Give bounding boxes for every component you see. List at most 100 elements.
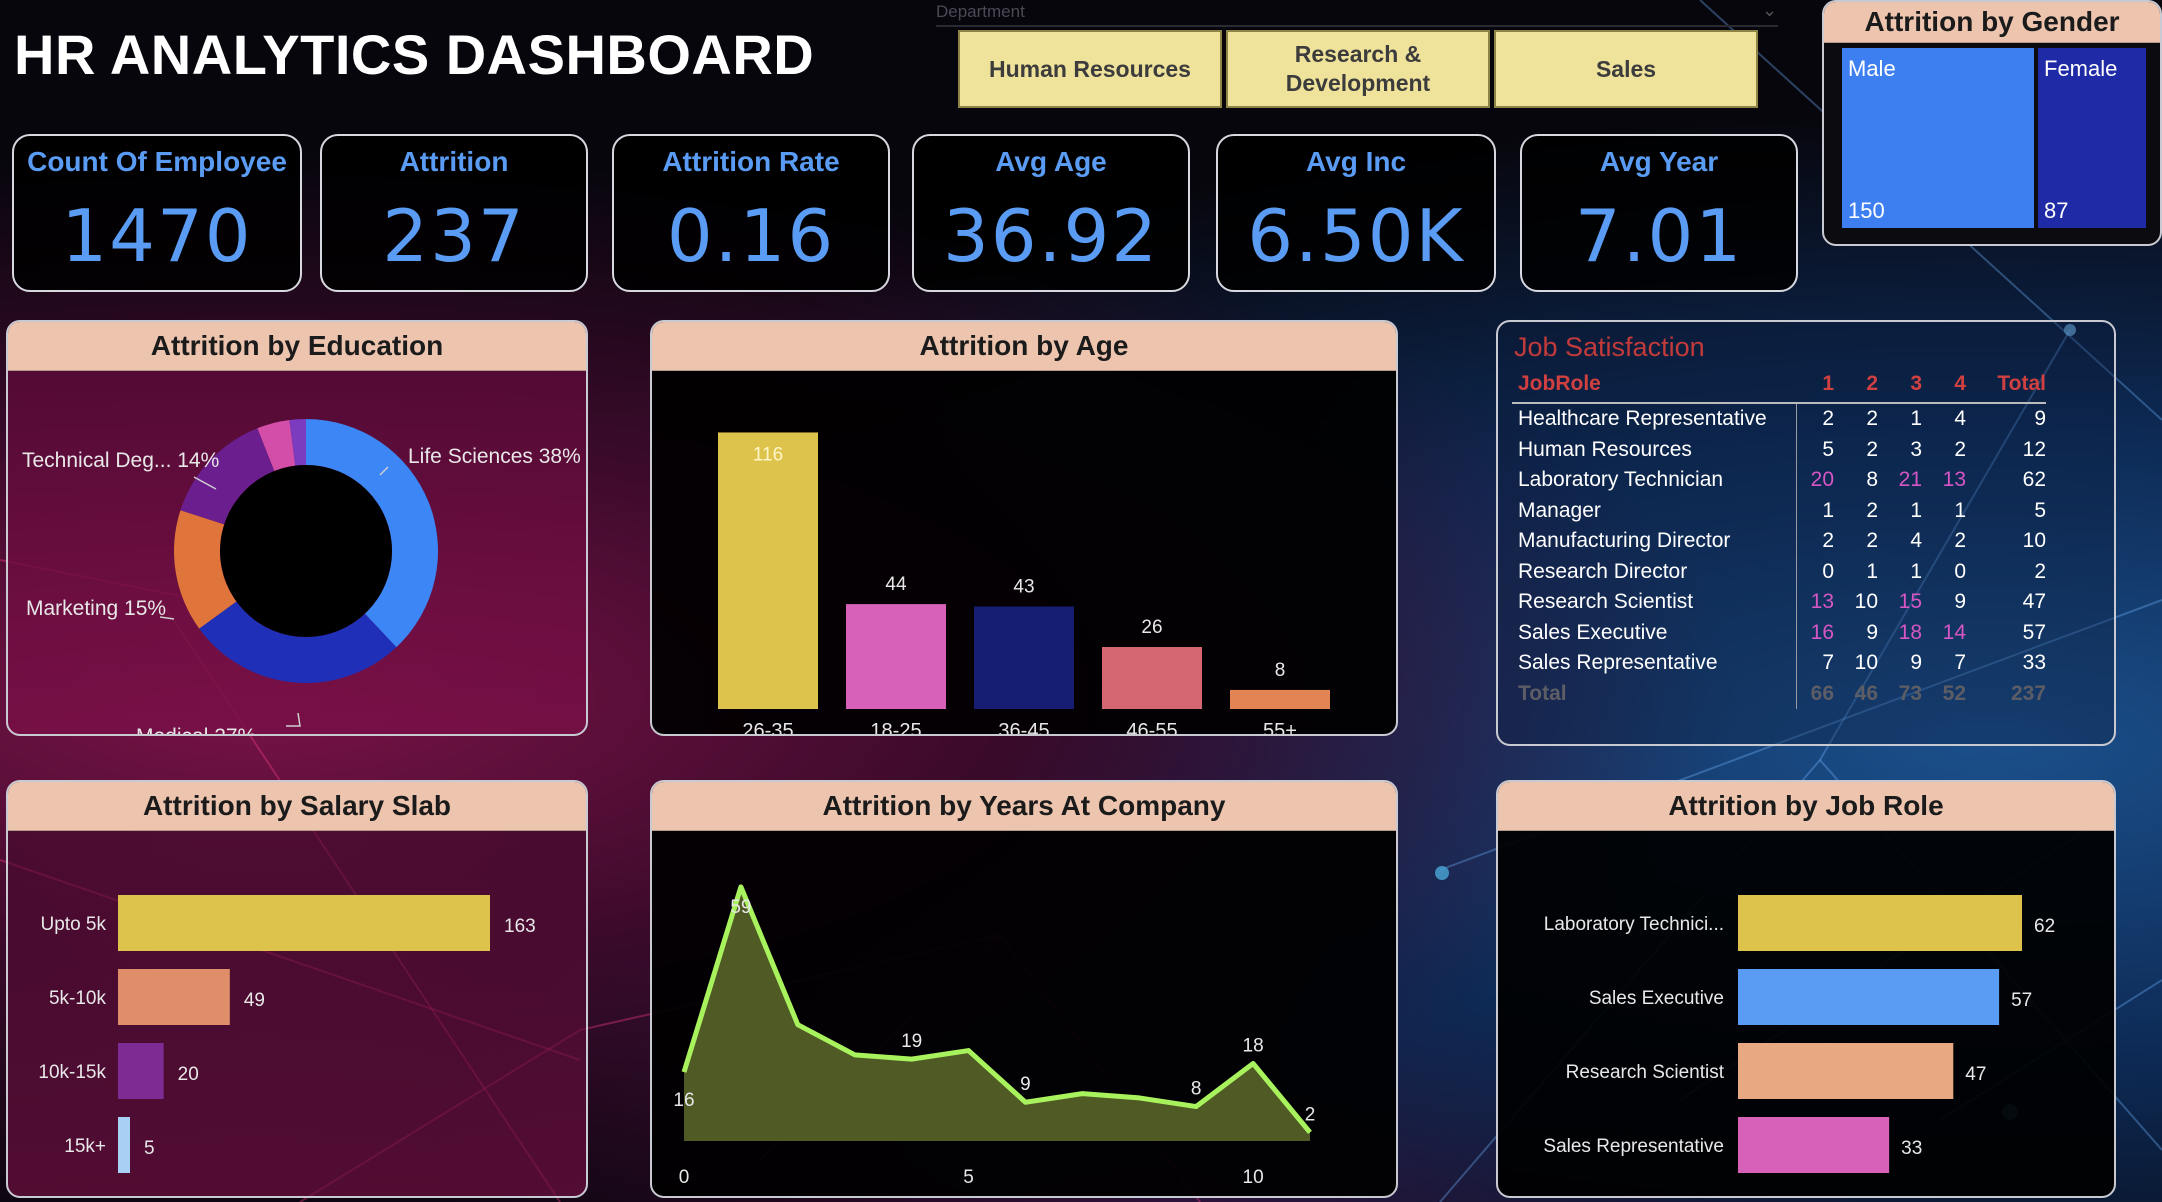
table-row[interactable]: Research Director 0 1 1 0 2 — [1512, 556, 2046, 587]
table-cell: 5 — [1822, 437, 1834, 461]
column-header-3[interactable]: 3 — [1878, 370, 1922, 404]
table-cell: 1 — [1910, 407, 1922, 431]
age-bar[interactable] — [718, 432, 818, 709]
table-cell-jobrole: Human Resources — [1512, 434, 1797, 465]
card-title: Attrition by Age — [652, 322, 1396, 371]
slicer-button-human-resources[interactable]: Human Resources — [958, 30, 1222, 108]
education-label-technical: Technical Deg... 14% — [22, 449, 219, 472]
kpi-label: Avg Inc — [1305, 146, 1407, 177]
card-title: Attrition by Years At Company — [652, 782, 1396, 831]
kpi-value: 6.50K — [1247, 194, 1465, 278]
table-cell: 2 — [1954, 529, 1966, 553]
table-cell-jobrole: Research Scientist — [1512, 587, 1797, 618]
attrition-by-gender-card: Attrition by Gender Male 150 Female 87 — [1822, 0, 2162, 246]
table-cell: 4 — [1954, 407, 1966, 431]
job-satisfaction-table: JobRole 1 2 3 4 Total Healthcare Represe… — [1512, 370, 2046, 709]
column-header-1[interactable]: 1 — [1796, 370, 1834, 404]
attrition-by-years-card: Attrition by Years At Company 16 59 19 9 8 18… — [650, 780, 1398, 1198]
kpi-card-attrition-rate: Attrition Rate 0.16 — [612, 134, 890, 292]
table-row[interactable]: Manager 1 2 1 1 5 — [1512, 495, 2046, 526]
jobrole-value-label: 62 — [2034, 916, 2055, 937]
table-cell: 15 — [1898, 590, 1922, 614]
age-bar-value-label: 26 — [1141, 617, 1162, 638]
column-header-4[interactable]: 4 — [1922, 370, 1966, 404]
table-cell: 7 — [1954, 651, 1966, 675]
table-cell: 10 — [1854, 590, 1878, 614]
attrition-by-education-card: Attrition by Education Life Sciences 38%… — [6, 320, 588, 736]
kpi-label: Avg Age — [995, 146, 1107, 177]
table-cell: 62 — [2022, 468, 2046, 492]
age-bar[interactable] — [1102, 647, 1202, 709]
age-bar[interactable] — [974, 606, 1074, 709]
department-slicer-label: Department — [936, 2, 1025, 21]
kpi-label: Avg Year — [1599, 146, 1719, 177]
donut-hole — [220, 465, 392, 637]
card-title: Job Satisfaction — [1514, 332, 1705, 362]
age-bar-value-label: 43 — [1013, 576, 1034, 597]
column-header-jobrole[interactable]: JobRole — [1512, 370, 1796, 404]
card-title: Attrition by Gender — [1824, 2, 2160, 43]
department-slicer-bar — [936, 25, 1778, 27]
salary-bar[interactable] — [118, 895, 490, 951]
table-row[interactable]: Human Resources 5 2 3 2 12 — [1512, 434, 2046, 465]
table-cell-jobrole: Healthcare Representative — [1512, 403, 1797, 435]
jobrole-category-label: Sales Executive — [1589, 988, 1724, 1009]
salary-bar[interactable] — [118, 1043, 164, 1099]
table-row[interactable]: Healthcare Representative 2 2 1 4 9 — [1512, 403, 2046, 435]
years-point-label: 2 — [1305, 1104, 1316, 1125]
male-value: 150 — [1848, 198, 1885, 223]
column-header-total[interactable]: Total — [1966, 370, 2046, 404]
age-bar[interactable] — [1230, 689, 1330, 709]
chevron-down-icon[interactable]: ⌄ — [1762, 0, 1777, 21]
table-cell: 2 — [1822, 407, 1834, 431]
column-header-2[interactable]: 2 — [1834, 370, 1878, 404]
female-tile[interactable]: Female 87 — [2038, 48, 2146, 228]
table-cell: 2 — [1822, 529, 1834, 553]
age-bar-value-label: 116 — [753, 444, 783, 465]
table-cell: 16 — [1810, 620, 1834, 644]
years-area-fill — [684, 886, 1310, 1141]
card-title: Attrition by Job Role — [1498, 782, 2114, 831]
table-cell: 1 — [1866, 559, 1878, 583]
slicer-button-sales[interactable]: Sales — [1494, 30, 1758, 108]
kpi-label: Count Of Employee — [27, 146, 287, 177]
age-bar[interactable] — [846, 604, 946, 709]
table-row[interactable]: Sales Representative 7 10 9 7 33 — [1512, 648, 2046, 679]
table-cell: 7 — [1822, 651, 1834, 675]
jobrole-bar[interactable] — [1738, 1117, 1890, 1173]
male-tile[interactable]: Male 150 — [1842, 48, 2034, 228]
salary-category-label: 5k-10k — [49, 988, 107, 1009]
table-cell: 2 — [1866, 498, 1878, 522]
jobrole-bar[interactable] — [1738, 1043, 1954, 1099]
slicer-button-research-development[interactable]: Research & Development — [1226, 30, 1490, 108]
salary-value-label: 20 — [178, 1064, 199, 1085]
salary-bar[interactable] — [118, 1117, 130, 1173]
card-title: Attrition by Salary Slab — [8, 782, 586, 831]
table-row[interactable]: Sales Executive 16 9 18 14 57 — [1512, 617, 2046, 648]
table-cell: 2 — [2034, 559, 2046, 583]
years-point-label: 59 — [730, 897, 751, 918]
education-label-life-sciences: Life Sciences 38% — [408, 445, 581, 468]
kpi-value: 1470 — [61, 194, 253, 278]
age-bar-value-label: 44 — [885, 574, 907, 595]
kpi-card-avg-income: Avg Inc 6.50K — [1216, 134, 1496, 292]
table-row[interactable]: Manufacturing Director 2 2 4 2 10 — [1512, 526, 2046, 557]
salary-bar[interactable] — [118, 969, 230, 1025]
jobrole-bar[interactable] — [1738, 895, 2022, 951]
attrition-by-jobrole-card: Attrition by Job Role Laboratory Technic… — [1496, 780, 2116, 1198]
table-row[interactable]: Laboratory Technician 20 8 21 13 62 — [1512, 465, 2046, 496]
kpi-card-avg-year: Avg Year 7.01 — [1520, 134, 1798, 292]
table-cell-jobrole: Laboratory Technician — [1512, 465, 1797, 496]
jobrole-bar[interactable] — [1738, 969, 2000, 1025]
table-cell: 33 — [2022, 651, 2046, 675]
age-category-label: 36-45 — [998, 720, 1049, 736]
age-category-label: 46-55 — [1126, 720, 1177, 736]
table-cell: 1 — [1954, 498, 1966, 522]
female-label: Female — [2044, 56, 2118, 81]
table-cell: 3 — [1910, 437, 1922, 461]
table-cell: 2 — [1866, 437, 1878, 461]
jobrole-value-label: 57 — [2011, 990, 2032, 1011]
table-cell: 1 — [1910, 559, 1922, 583]
table-row[interactable]: Research Scientist 13 10 15 9 47 — [1512, 587, 2046, 618]
table-cell: 9 — [1954, 590, 1966, 614]
